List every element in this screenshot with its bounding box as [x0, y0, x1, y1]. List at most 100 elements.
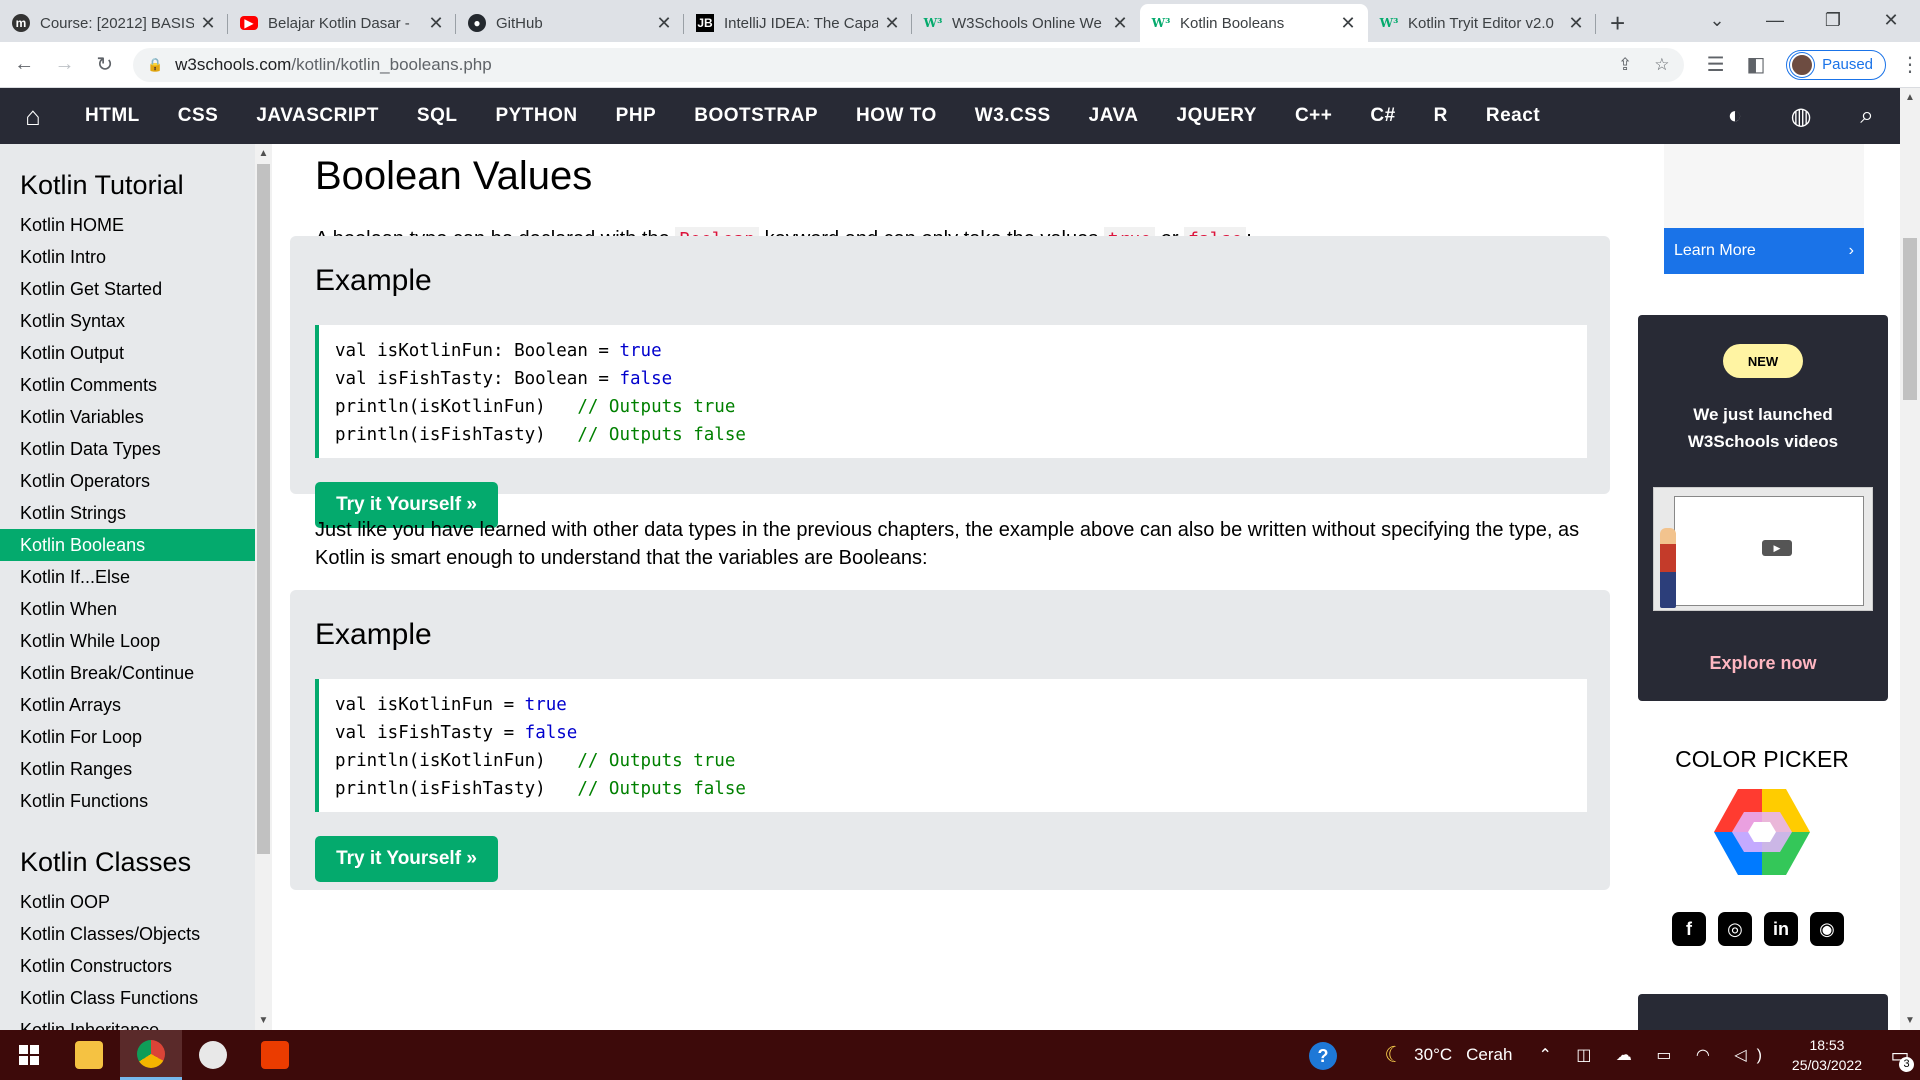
videos-promo-card[interactable]: NEW We just launched W3Schools videos ▶ … — [1638, 315, 1888, 701]
new-tab-button[interactable]: + — [1610, 4, 1625, 42]
learn-more-button[interactable]: Learn More › — [1664, 228, 1864, 274]
sidebar-item[interactable]: Kotlin Constructors — [0, 950, 255, 982]
lock-icon[interactable]: 🔒 — [147, 57, 163, 73]
globe-icon[interactable]: ◍ — [1768, 102, 1834, 131]
taskbar-file-explorer[interactable] — [58, 1030, 120, 1080]
sidebar-item[interactable]: Kotlin Variables — [0, 401, 255, 433]
scroll-down-icon[interactable]: ▼ — [255, 1015, 272, 1026]
scrollbar-thumb[interactable] — [257, 164, 270, 854]
sidebar-item[interactable]: Kotlin Get Started — [0, 273, 255, 305]
browser-tab[interactable]: W³ W3Schools Online We ✕ — [912, 4, 1140, 42]
topnav-link[interactable]: JAVASCRIPT — [237, 105, 398, 127]
topnav-link[interactable]: BOOTSTRAP — [675, 105, 837, 127]
home-icon[interactable]: ⌂ — [0, 101, 66, 132]
color-picker-icon[interactable] — [1714, 787, 1810, 877]
try-it-yourself-button[interactable]: Try it Yourself » — [315, 836, 498, 882]
topnav-link[interactable]: JQUERY — [1158, 105, 1276, 127]
help-icon[interactable]: ? — [1309, 1042, 1337, 1070]
minimize-icon[interactable]: — — [1746, 10, 1804, 31]
url-text[interactable]: w3schools.com/kotlin/kotlin_booleans.php — [175, 55, 1596, 75]
facebook-icon[interactable]: f — [1672, 912, 1706, 946]
forward-icon[interactable]: → — [48, 53, 80, 76]
scroll-up-icon[interactable]: ▲ — [1900, 92, 1920, 103]
taskbar-chrome[interactable] — [120, 1030, 182, 1080]
scroll-up-icon[interactable]: ▲ — [255, 148, 272, 159]
tab-search-icon[interactable]: ⌄ — [1688, 10, 1746, 31]
close-tab-icon[interactable]: ✕ — [1568, 13, 1584, 34]
sidebar-item[interactable]: Kotlin Intro — [0, 241, 255, 273]
reload-icon[interactable]: ↻ — [89, 52, 121, 77]
sidebar-item[interactable]: Kotlin If...Else — [0, 561, 255, 593]
linkedin-icon[interactable]: in — [1764, 912, 1798, 946]
tray-icons[interactable]: ⌃ ◫ ☁ ▭ ◠ ◁) — [1538, 1045, 1771, 1065]
topnav-link[interactable]: PHP — [597, 105, 676, 127]
sidebar-item[interactable]: Kotlin Strings — [0, 497, 255, 529]
sidebar-item[interactable]: Kotlin Data Types — [0, 433, 255, 465]
sidebar-item[interactable]: Kotlin Syntax — [0, 305, 255, 337]
sidebar-item[interactable]: Kotlin Break/Continue — [0, 657, 255, 689]
sidebar-scrollbar[interactable]: ▲ ▼ — [255, 144, 272, 1030]
restore-icon[interactable]: ❐ — [1804, 10, 1862, 31]
bookmark-star-icon[interactable]: ☆ — [1654, 55, 1669, 75]
close-tab-icon[interactable]: ✕ — [656, 13, 672, 34]
scrollbar-thumb[interactable] — [1903, 238, 1917, 400]
browser-tab[interactable]: ▶ Belajar Kotlin Dasar - ✕ — [228, 4, 456, 42]
back-icon[interactable]: ← — [8, 53, 40, 76]
topnav-link[interactable]: C# — [1351, 105, 1414, 127]
close-tab-icon[interactable]: ✕ — [1112, 13, 1128, 34]
close-tab-icon[interactable]: ✕ — [884, 13, 900, 34]
notification-center-icon[interactable]: ▭ 3 — [1880, 1030, 1920, 1080]
sidebar-item[interactable]: Kotlin Class Functions — [0, 982, 255, 1014]
taskbar-office[interactable] — [244, 1030, 306, 1080]
close-window-icon[interactable]: ✕ — [1862, 10, 1920, 31]
sidebar-item[interactable]: Kotlin Functions — [0, 785, 255, 817]
sidebar-item[interactable]: Kotlin For Loop — [0, 721, 255, 753]
reading-list-icon[interactable]: ☰ — [1700, 52, 1732, 77]
topnav-link[interactable]: HOW TO — [837, 105, 956, 127]
sidebar-item[interactable]: Kotlin Output — [0, 337, 255, 369]
video-thumbnail[interactable]: ▶ — [1653, 487, 1873, 611]
share-icon[interactable]: ⇪ — [1618, 55, 1632, 75]
browser-tab[interactable]: JB IntelliJ IDEA: The Capa ✕ — [684, 4, 912, 42]
sidebar-item[interactable]: Kotlin When — [0, 593, 255, 625]
topnav-link[interactable]: CSS — [159, 105, 238, 127]
topnav-link[interactable]: PYTHON — [476, 105, 596, 127]
sidebar-item[interactable]: Kotlin Classes/Objects — [0, 918, 255, 950]
discord-icon[interactable]: ◉ — [1810, 912, 1844, 946]
sidebar-item[interactable]: Kotlin While Loop — [0, 625, 255, 657]
play-icon[interactable]: ▶ — [1762, 540, 1792, 556]
scroll-down-icon[interactable]: ▼ — [1900, 1015, 1920, 1026]
browser-tab[interactable]: W³ Kotlin Booleans ✕ — [1140, 4, 1368, 42]
profile-button[interactable]: Paused — [1786, 49, 1886, 80]
topnav-link[interactable]: R — [1415, 105, 1467, 127]
sidebar-item[interactable]: Kotlin Comments — [0, 369, 255, 401]
clock[interactable]: 18:53 25/03/2022 — [1792, 1035, 1862, 1075]
topnav-link[interactable]: HTML — [66, 105, 159, 127]
close-tab-icon[interactable]: ✕ — [428, 13, 444, 34]
close-tab-icon[interactable]: ✕ — [1340, 13, 1356, 34]
sidebar-item[interactable]: Kotlin Booleans — [0, 529, 255, 561]
page-scrollbar[interactable]: ▲ ▼ — [1900, 88, 1920, 1030]
ad-banner[interactable] — [1664, 144, 1864, 228]
sidebar-item[interactable]: Kotlin Inheritance — [0, 1014, 255, 1030]
dark-mode-icon[interactable]: ◐ — [1702, 102, 1768, 130]
sidebar-item[interactable]: Kotlin Operators — [0, 465, 255, 497]
topnav-link[interactable]: W3.CSS — [956, 105, 1070, 127]
browser-tab[interactable]: m Course: [20212] BASIS ✕ — [0, 4, 228, 42]
sidebar-item[interactable]: Kotlin Arrays — [0, 689, 255, 721]
explore-now-link[interactable]: Explore now — [1638, 653, 1888, 674]
topnav-link[interactable]: SQL — [398, 105, 477, 127]
topnav-link[interactable]: React — [1467, 105, 1559, 127]
start-button[interactable] — [0, 1030, 58, 1080]
topnav-link[interactable]: JAVA — [1070, 105, 1158, 127]
topnav-link[interactable]: C++ — [1276, 105, 1351, 127]
browser-tab[interactable]: ● GitHub ✕ — [456, 4, 684, 42]
close-tab-icon[interactable]: ✕ — [200, 13, 216, 34]
sidebar-item[interactable]: Kotlin OOP — [0, 886, 255, 918]
weather-widget[interactable]: ☾ 30°C Cerah — [1384, 1042, 1512, 1068]
sidebar-item[interactable]: Kotlin Ranges — [0, 753, 255, 785]
menu-kebab-icon[interactable]: ⋮ — [1900, 52, 1920, 77]
sidebar-item[interactable]: Kotlin HOME — [0, 209, 255, 241]
taskbar-paint[interactable] — [182, 1030, 244, 1080]
search-icon[interactable]: ⌕ — [1834, 102, 1900, 130]
